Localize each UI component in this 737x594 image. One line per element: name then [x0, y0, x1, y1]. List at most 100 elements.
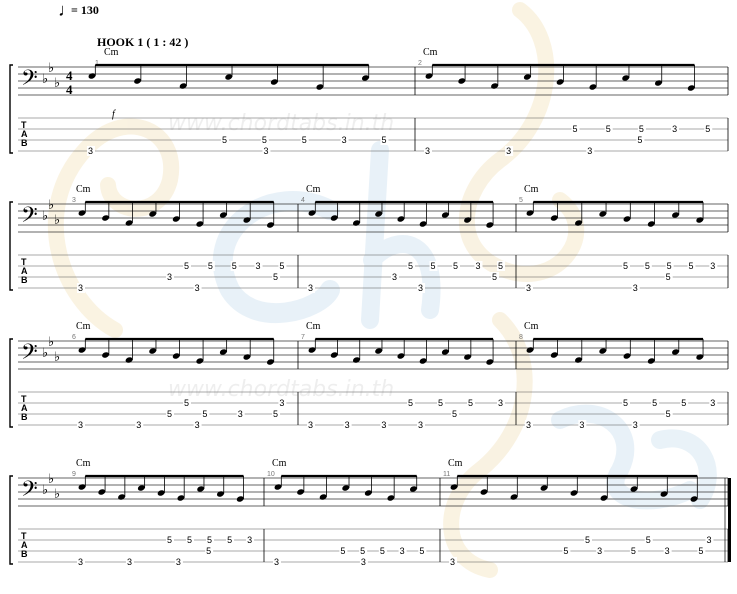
tab-fret-number: 3 — [633, 420, 638, 430]
chord-symbol: Cm — [104, 47, 119, 58]
chord-symbol: Cm — [76, 184, 91, 195]
measure-number: 9 — [72, 471, 76, 478]
tab-fret-number: 3 — [78, 283, 83, 293]
watermark-treble-clef-right — [458, 2, 585, 282]
tab-fret-number: 5 — [453, 261, 458, 271]
tempo-marking: = 130 — [71, 3, 99, 17]
tab-fret-number: 3 — [176, 557, 181, 567]
tab-fret-number: 3 — [342, 135, 347, 145]
measure-number: 11 — [443, 471, 450, 478]
tab-letter: B — [21, 412, 28, 422]
system-bracket — [9, 201, 13, 291]
flat-icon: ♭ — [48, 197, 54, 212]
tab-fret-number: 5 — [681, 398, 686, 408]
tab-fret-number: 5 — [639, 124, 644, 134]
chord-symbol: Cm — [272, 458, 287, 469]
chord-symbol: Cm — [423, 47, 438, 58]
tab-fret-number: 5 — [666, 272, 671, 282]
tab-fret-number: 5 — [438, 398, 443, 408]
tab-fret-number: 3 — [308, 283, 313, 293]
tab-fret-number: 3 — [418, 420, 423, 430]
flat-icon: ♭ — [54, 349, 60, 364]
tab-fret-number: 3 — [256, 261, 261, 271]
tab-fret-number: 5 — [492, 272, 497, 282]
tab-fret-number: 3 — [78, 420, 83, 430]
tab-fret-number: 3 — [195, 283, 200, 293]
flat-icon: ♭ — [48, 334, 54, 349]
tab-fret-number: 5 — [167, 409, 172, 419]
tab-fret-number: 5 — [232, 261, 237, 271]
chord-symbol: Cm — [306, 184, 321, 195]
tab-fret-number: 3 — [88, 146, 93, 156]
tab-fret-number: 3 — [167, 272, 172, 282]
measure: 1Cm3 35 5 5 3 5 — [87, 47, 389, 156]
measure: 6Cm3 3 35 5 3 55 3 — [72, 321, 287, 430]
flat-icon: ♭ — [54, 212, 60, 227]
chord-symbol: Cm — [306, 321, 321, 332]
tab-fret-number: 5 — [273, 272, 278, 282]
tab-fret-number: 5 — [585, 535, 590, 545]
tab-fret-number: 3 — [526, 420, 531, 430]
tab-fret-number: 3 — [247, 535, 252, 545]
watermark-h-letter — [361, 141, 441, 329]
tab-fret-number: 3 — [361, 557, 366, 567]
measure: 2Cm3 3 355 5 5 3 5 — [418, 47, 713, 156]
watermark-treble-clef-lower — [443, 312, 533, 578]
chord-symbol: Cm — [76, 321, 91, 332]
tab-fret-number: 5 — [623, 261, 628, 271]
tab-fret-number: 3 — [279, 398, 284, 408]
tab-fret-number: 5 — [498, 261, 503, 271]
tab-fret-number: 5 — [563, 546, 568, 556]
tab-fret-number: 3 — [526, 283, 531, 293]
chord-symbol: Cm — [76, 458, 91, 469]
bass-clef-icon: 𝄢 — [21, 340, 38, 369]
tab-fret-number: 5 — [381, 135, 386, 145]
flat-icon: ♭ — [54, 75, 60, 90]
measure-number: 8 — [519, 334, 523, 341]
tab-fret-number: 5 — [573, 124, 578, 134]
tab-fret-number: 5 — [452, 409, 457, 419]
tab-fret-number: 5 — [606, 124, 611, 134]
tab-fret-number: 5 — [184, 398, 189, 408]
tab-fret-number: 5 — [646, 535, 651, 545]
tab-fret-number: 5 — [208, 261, 213, 271]
tab-fret-number: 3 — [450, 557, 455, 567]
tab-letter: B — [21, 549, 28, 559]
tab-fret-number: 5 — [184, 261, 189, 271]
svg-text:www.chordtabs.in.th: www.chordtabs.in.th — [168, 111, 394, 136]
tab-fret-number: 3 — [400, 546, 405, 556]
measure-number: 2 — [418, 60, 422, 67]
tab-fret-number: 3 — [425, 146, 430, 156]
tab-fret-number: 5 — [222, 135, 227, 145]
tab-fret-number: 5 — [705, 124, 710, 134]
tab-fret-number: 3 — [308, 420, 313, 430]
flat-icon: ♭ — [48, 471, 54, 486]
tab-fret-number: 3 — [476, 261, 481, 271]
watermark-treble-clef-left — [47, 118, 180, 338]
tab-fret-number: 5 — [262, 135, 267, 145]
tab-fret-number: 3 — [506, 146, 511, 156]
tab-fret-number: 5 — [419, 546, 424, 556]
tab-fret-number: 3 — [633, 283, 638, 293]
measure-number: 4 — [301, 197, 305, 204]
measure-number: 6 — [72, 334, 76, 341]
tab-fret-number: 3 — [195, 420, 200, 430]
chord-symbol: Cm — [448, 458, 463, 469]
dynamic-marking: f — [112, 109, 116, 120]
tab-fret-number: 3 — [597, 546, 602, 556]
measure-number: 7 — [301, 334, 305, 341]
time-signature-top: 4 — [66, 68, 73, 83]
staff-system: 𝄢 ♭♭♭TAB44f1Cm3 35 5 5 3 52Cm3 3 355 5 5 3 5 — [9, 47, 729, 156]
tab-fret-number: 3 — [498, 398, 503, 408]
tab-fret-number: 3 — [274, 557, 279, 567]
tab-fret-number: 5 — [207, 535, 212, 545]
tab-fret-number: 3 — [672, 124, 677, 134]
tab-fret-number: 5 — [645, 261, 650, 271]
tab-fret-number: 5 — [302, 135, 307, 145]
tab-fret-number: 5 — [666, 409, 671, 419]
tab-letter: B — [21, 275, 28, 285]
tab-fret-number: 5 — [468, 398, 473, 408]
tab-fret-number: 3 — [127, 557, 132, 567]
tab-fret-number: 3 — [710, 261, 715, 271]
tab-fret-number: 3 — [665, 546, 670, 556]
